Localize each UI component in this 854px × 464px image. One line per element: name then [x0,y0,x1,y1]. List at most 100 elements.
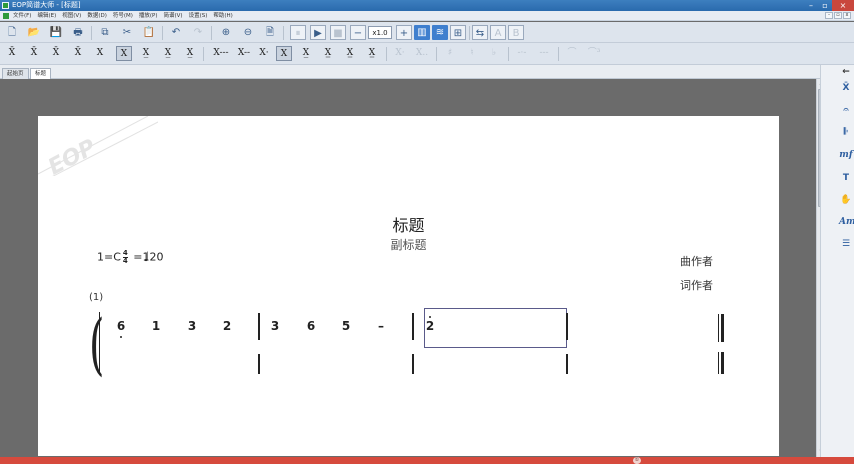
menu-play[interactable]: 播放(P) [139,11,158,21]
new-file-icon[interactable]: 🗋 [4,25,20,40]
underline3-icon[interactable]: X̳ [342,46,358,61]
menu-settings[interactable]: 设置(S) [189,11,208,21]
composer-label[interactable]: 曲作者 [680,253,713,269]
hand-icon[interactable]: ✋ [839,195,853,205]
window-title: EOP简谱大师 - [标题] [12,1,81,9]
menu-help[interactable]: 帮助(H) [213,11,232,21]
arrow-left-icon[interactable]: ← [839,67,853,77]
svg-text:EOP: EOP [44,135,100,176]
underline1-icon[interactable]: X̲ [298,46,314,61]
slower-icon[interactable]: − [350,25,366,40]
note[interactable]: 6 [304,319,318,333]
menu-edit[interactable]: 编辑(E) [37,11,56,21]
repeat-icon[interactable]: 𝄆 [839,127,853,137]
score-title[interactable]: 标题 [38,212,779,236]
open-folder-icon[interactable]: 📂 [26,25,42,40]
flat-icon[interactable]: ♭ [486,46,502,61]
play-icon[interactable]: ▶ [310,25,326,40]
eop-watermark: EOP [38,116,158,176]
cut-icon[interactable]: ✂ [119,25,135,40]
slur-icon[interactable]: ⌒ [564,46,580,61]
page-view-icon[interactable]: 🗎 [262,25,278,40]
dotted-disabled-icon[interactable]: X· [392,46,408,61]
doc-close-button[interactable]: x [843,12,851,19]
close-button[interactable]: × [832,0,854,11]
natural-icon[interactable]: ♮ [464,46,480,61]
page-indicator[interactable]: ① [633,457,641,464]
paste-icon[interactable]: 📋 [141,25,157,40]
sharp-icon[interactable]: ♯ [442,46,458,61]
menu-symbol[interactable]: 符号(M) [113,11,133,21]
sixteenth-note-icon[interactable]: X̲ [160,46,176,61]
thirtysecond-note-icon[interactable]: X̲ [182,46,198,61]
dotted-half-icon[interactable]: X̄ [48,46,64,61]
app-icon [2,2,9,9]
dynamics-mf-icon[interactable]: mf [839,150,853,160]
half-note-icon[interactable]: X̄ [26,46,42,61]
minimize-button[interactable]: – [804,0,818,11]
redo-icon[interactable]: ↷ [190,25,206,40]
playback-speed-field[interactable]: x1.0 [368,26,392,39]
restore-button[interactable]: ▫ [818,0,832,11]
section-b-icon[interactable]: B [508,25,524,40]
quarter-selected-icon[interactable]: X [116,46,132,61]
print-icon[interactable]: 🖶 [70,25,86,40]
piano-keyboard-icon[interactable]: ▥ [414,25,430,40]
doc-restore-button[interactable]: ▫ [834,12,842,19]
menu-file[interactable]: 文件(F) [13,11,31,21]
zoom-in-icon[interactable]: ⊕ [218,25,234,40]
text-icon[interactable]: T [839,173,853,183]
plain-note-icon[interactable]: X [276,46,292,61]
eighth-note-icon[interactable]: X̲ [138,46,154,61]
barline [566,354,568,374]
menu-score[interactable]: 简谱(V) [164,11,183,21]
note[interactable]: 5 [339,319,353,333]
dash-icon[interactable]: --- [536,46,552,61]
pause-icon[interactable]: ⏸ [290,25,306,40]
document-tabs: 起始页 标题 [0,65,820,79]
menu-data[interactable]: 数据(D) [87,11,107,21]
status-bar: ① [0,457,854,464]
underline2-icon[interactable]: X̳ [320,46,336,61]
save-icon[interactable]: 💾 [48,25,64,40]
note[interactable]: 3 [268,319,282,333]
underline4-icon[interactable]: X̳ [364,46,380,61]
score-canvas: EOP 标题 副标题 1=C 4 4 ♩ =120 曲作者 词作者 (1) ( 6 1… [0,80,816,456]
input-cursor-box[interactable] [424,308,567,348]
waveform-icon[interactable]: ≋ [432,25,448,40]
whole-note-icon[interactable]: X̄ [4,46,20,61]
key-tempo[interactable]: 1=C 4 4 ♩ =120 [97,250,164,266]
note[interactable]: 2 [220,319,234,333]
dash-long-icon[interactable]: X--- [210,46,232,61]
quarter-note-icon[interactable]: X [92,46,108,61]
ornament-icon[interactable]: X̄ [839,83,853,93]
faster-icon[interactable]: + [396,25,412,40]
note[interactable]: 3 [185,319,199,333]
section-a-icon[interactable]: A [490,25,506,40]
zoom-out-icon[interactable]: ⊖ [240,25,256,40]
list-icon[interactable]: ☰ [839,239,853,249]
note[interactable]: 2 [423,319,437,333]
note[interactable]: – [374,319,388,333]
tab-start-page[interactable]: 起始页 [2,68,29,79]
grace-icon[interactable]: -·- [514,46,530,61]
copy-icon[interactable]: ⧉ [97,25,113,40]
dash-short-icon[interactable]: X· [256,46,272,61]
barline [258,354,260,374]
extend-disabled-icon[interactable]: X.. [414,46,430,61]
fermata-icon[interactable]: 𝄐 [839,105,853,115]
note[interactable]: 1 [149,319,163,333]
jianpu-view-icon[interactable]: ⊞ [450,25,466,40]
dash-mid-icon[interactable]: X-- [234,46,254,61]
tab-title[interactable]: 标题 [30,68,52,79]
doc-minimize-button[interactable]: - [825,12,833,19]
stop-icon[interactable]: ■ [330,25,346,40]
tie-icon[interactable]: ⌒³ [586,46,602,61]
lyricist-label[interactable]: 词作者 [680,277,713,293]
quarter-dot-icon[interactable]: X̄ [70,46,86,61]
chord-am-icon[interactable]: Am [839,217,854,227]
menu-view[interactable]: 视图(V) [62,11,81,21]
convert-icon[interactable]: ⇆ [472,25,488,40]
note[interactable]: 6 [114,319,128,333]
undo-icon[interactable]: ↶ [168,25,184,40]
